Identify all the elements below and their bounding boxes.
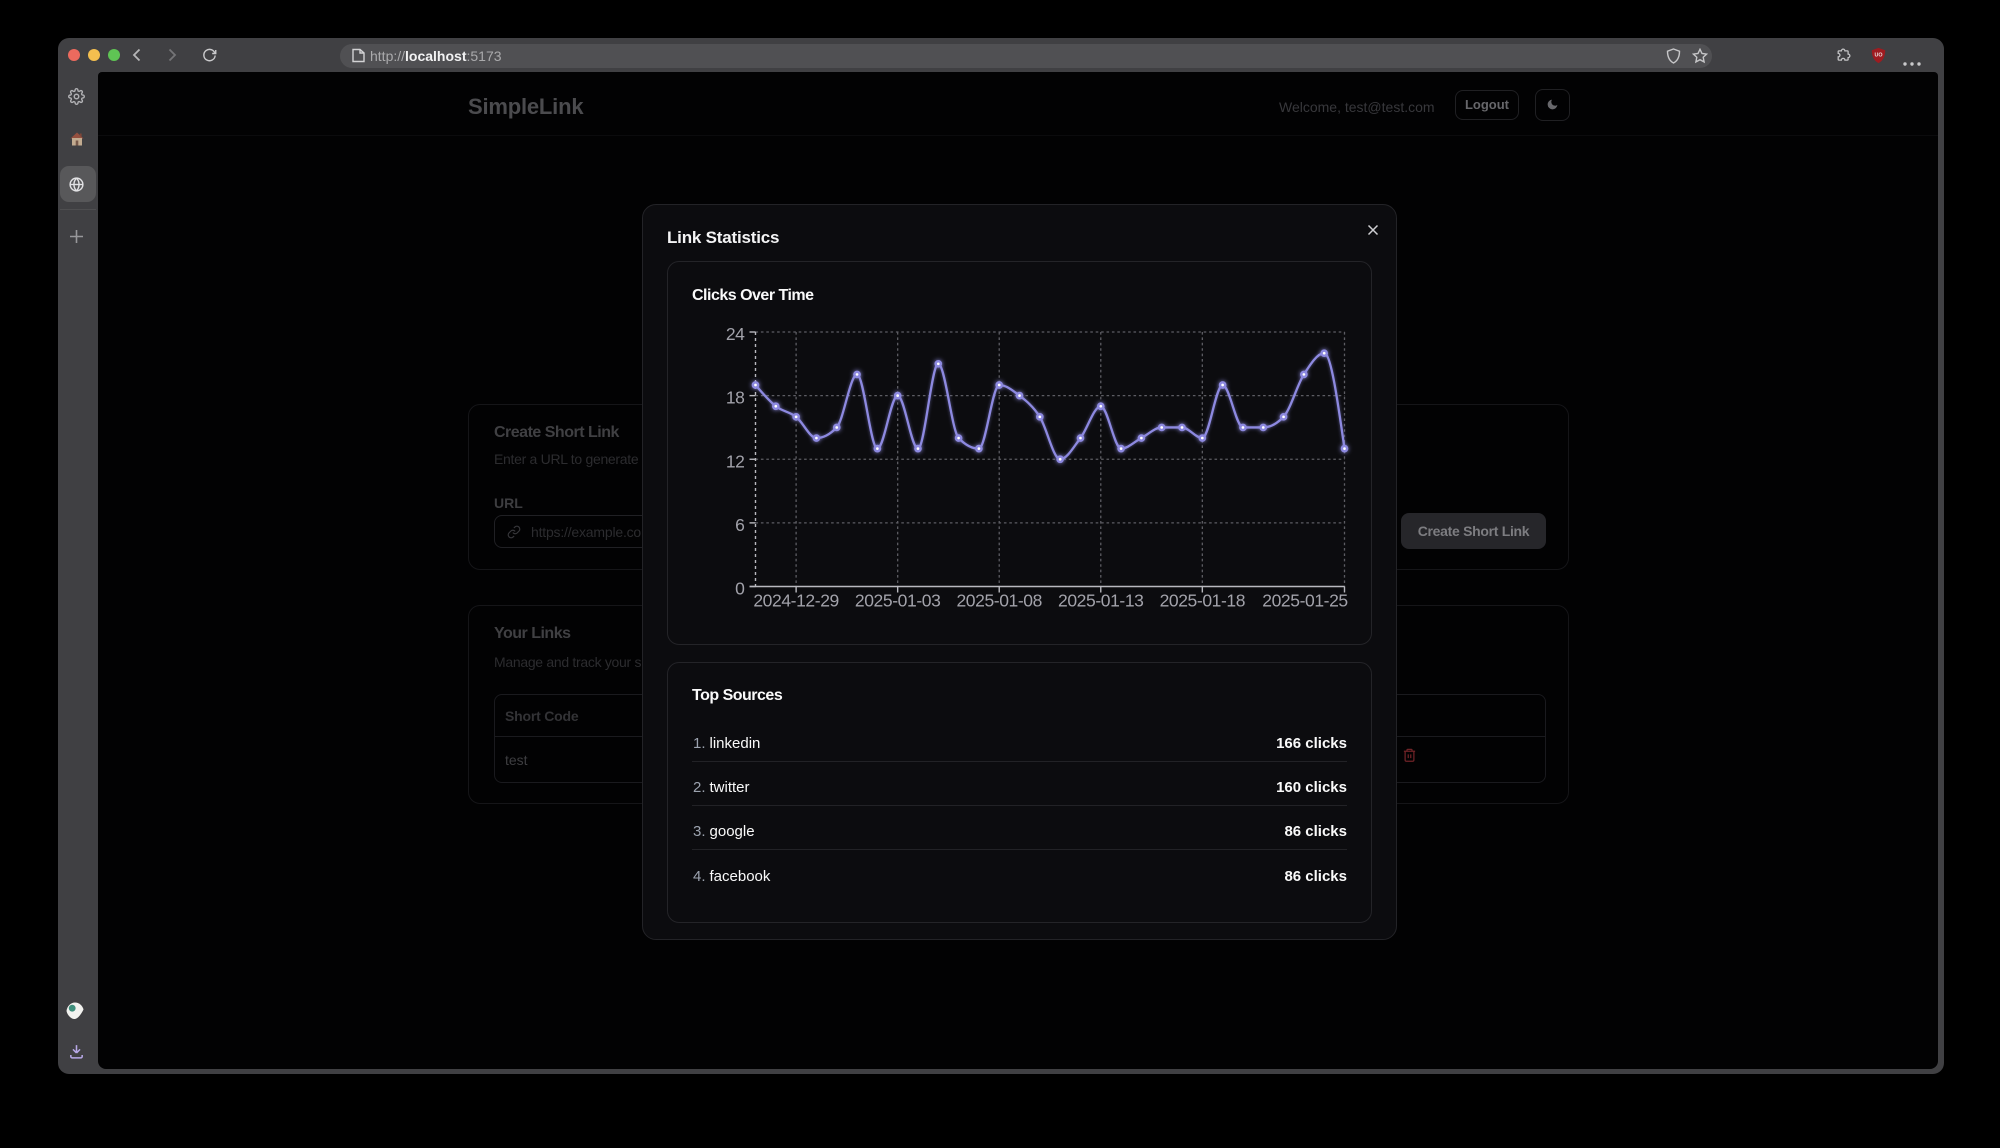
svg-text:2025-01-03: 2025-01-03 <box>855 591 941 611</box>
svg-text:6: 6 <box>735 515 744 535</box>
svg-text:12: 12 <box>726 451 745 471</box>
svg-text:UO: UO <box>1874 52 1882 58</box>
svg-text:24: 24 <box>726 324 745 344</box>
svg-text:2025-01-08: 2025-01-08 <box>956 591 1042 611</box>
svg-text:18: 18 <box>726 388 745 408</box>
svg-text:2025-01-13: 2025-01-13 <box>1058 591 1144 611</box>
svg-text:2025-01-18: 2025-01-18 <box>1160 591 1246 611</box>
svg-text:2025-01-25: 2025-01-25 <box>1262 591 1348 611</box>
svg-text:0: 0 <box>735 579 745 599</box>
svg-text:2024-12-29: 2024-12-29 <box>753 591 839 611</box>
